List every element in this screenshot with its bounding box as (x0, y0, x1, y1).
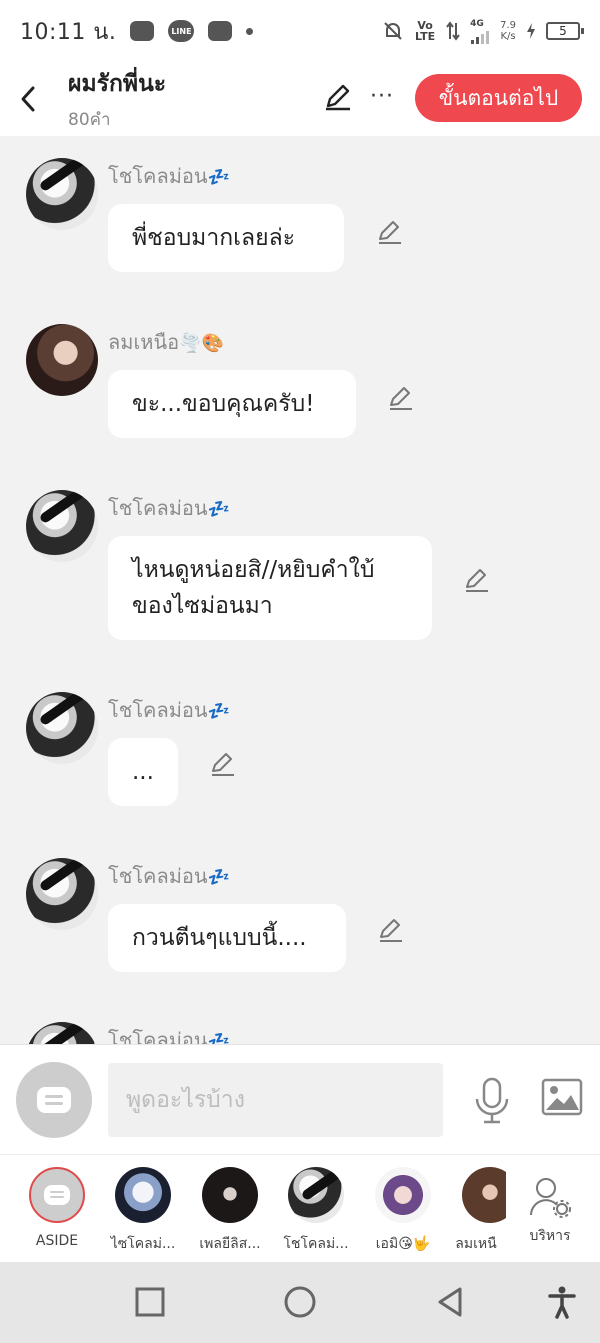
character-avatar (288, 1167, 344, 1223)
character-avatar (115, 1167, 171, 1223)
chat-area[interactable]: โชโคลม่อน💤 พี่ชอบมากเลยล่ะ ลมเหนือ🌪️🎨 ขะ… (0, 136, 600, 1044)
pencil-icon (380, 919, 402, 942)
message-bubble[interactable]: ... (108, 738, 178, 806)
next-step-button[interactable]: ขั้นตอนต่อไป (415, 74, 582, 122)
image-icon (541, 1078, 583, 1116)
sender-name: ลมเหนือ🌪️🎨 (108, 330, 224, 354)
image-button[interactable] (540, 1077, 584, 1117)
voice-button[interactable] (472, 1077, 512, 1125)
accessibility-icon (548, 1286, 576, 1319)
character-item[interactable]: ลมเหนื (446, 1167, 506, 1255)
volte-indicator: Vo LTE (414, 19, 436, 43)
chevron-left-icon (21, 86, 35, 112)
avatar[interactable] (26, 158, 98, 230)
discord-icon (130, 21, 155, 41)
message-icon (44, 1185, 70, 1205)
status-time: 10:11 น. (20, 19, 117, 45)
sender-name: โชโคลม่อน💤 (108, 698, 230, 722)
character-item[interactable]: โชโคลม่... (273, 1167, 359, 1255)
battery-indicator: 5 (546, 22, 584, 40)
story-header: ผมรักพี่นะ 80คำ ··· ขั้นตอนต่อไป (0, 62, 600, 136)
message-bubble[interactable]: กวนตีนๆแบบนี้.... (108, 904, 346, 972)
avatar[interactable] (26, 692, 98, 764)
avatar[interactable] (26, 1022, 98, 1044)
composer-bar (0, 1044, 600, 1154)
pencil-icon (390, 387, 412, 410)
system-indicators: Vo LTE 4G 7.9 K/s 5 (382, 19, 584, 44)
word-count: 80คำ (68, 109, 111, 130)
character-item[interactable]: ไซโคลม่... (100, 1167, 186, 1255)
avatar[interactable] (26, 858, 98, 930)
character-label: ลมเหนื (455, 1236, 497, 1252)
aside-avatar (29, 1167, 85, 1223)
character-label: เพลยีลิส... (199, 1236, 261, 1252)
back-button[interactable] (2, 69, 54, 129)
signal-indicator: 4G (470, 19, 490, 44)
edit-message-button[interactable] (208, 748, 238, 778)
header-titles: ผมรักพี่นะ 80คำ (68, 66, 166, 133)
character-item[interactable]: เอมิ😘🤟 (360, 1167, 446, 1255)
edit-message-button[interactable] (386, 382, 416, 412)
sender-name: โชโคลม่อน💤 (108, 164, 230, 188)
triangle-back-icon (438, 1287, 462, 1317)
edit-title-button[interactable] (322, 80, 354, 112)
more-options-button[interactable]: ··· (368, 80, 396, 112)
character-label: เอมิ😘🤟 (375, 1236, 431, 1252)
line-icon: LINE (168, 20, 195, 42)
network-speed: 7.9 K/s (500, 20, 516, 42)
pencil-icon (379, 221, 401, 244)
character-avatar (462, 1167, 506, 1223)
status-bar: 10:11 น. LINE Vo LTE 4G 7.9 K/s 5 (0, 0, 600, 62)
story-title: ผมรักพี่นะ (68, 70, 167, 97)
sender-name: โชโคลม่อน💤 (108, 1028, 230, 1044)
manage-characters-button[interactable]: บริหาร (520, 1175, 580, 1247)
recent-apps-button[interactable] (132, 1284, 168, 1320)
charging-icon (527, 23, 535, 39)
user-gear-icon (530, 1178, 571, 1218)
message-bubble[interactable]: พี่ชอบมากเลยล่ะ (108, 204, 344, 272)
pencil-icon (212, 753, 234, 776)
signal-bars-icon (471, 30, 490, 44)
pencil-icon (326, 84, 350, 111)
home-button[interactable] (282, 1284, 318, 1320)
microphone-icon (475, 1077, 509, 1124)
edit-message-button[interactable] (462, 564, 492, 594)
character-bar: ASIDE ไซโคลม่... เพลยีลิส... โชโคลม่... … (0, 1154, 600, 1262)
data-arrows-icon (446, 21, 460, 41)
circle-icon (284, 1286, 316, 1318)
character-label: ไซโคลม่... (110, 1236, 176, 1252)
mute-bell-icon (384, 22, 402, 40)
sender-name: โชโคลม่อน💤 (108, 864, 230, 888)
edit-message-button[interactable] (376, 914, 406, 944)
message-input[interactable] (108, 1063, 443, 1137)
avatar[interactable] (26, 324, 98, 396)
character-aside[interactable]: ASIDE (14, 1167, 100, 1249)
message-bubble[interactable]: ขะ...ขอบคุณครับ! (108, 370, 356, 438)
aside-toggle-button[interactable] (16, 1062, 92, 1138)
system-navigation-bar (0, 1262, 600, 1343)
accessibility-button[interactable] (544, 1284, 580, 1320)
back-nav-button[interactable] (432, 1284, 468, 1320)
avatar[interactable] (26, 490, 98, 562)
sender-name: โชโคลม่อน💤 (108, 496, 230, 520)
message-icon (37, 1087, 71, 1113)
character-avatar (375, 1167, 431, 1223)
discord-icon-2 (208, 21, 233, 41)
square-icon (135, 1287, 165, 1317)
network-type: 4G (470, 18, 484, 29)
message-bubble[interactable]: ไหนดูหน่อยสิ//หยิบคำใบ้ของไซม่อนมา (108, 536, 432, 640)
character-label: โชโคลม่... (283, 1236, 349, 1252)
character-avatar (202, 1167, 258, 1223)
notification-icons: LINE (130, 20, 254, 42)
pencil-icon (466, 569, 488, 592)
more-notifications-dot (246, 27, 254, 35)
character-label: ASIDE (35, 1233, 79, 1249)
manage-label: บริหาร (529, 1228, 571, 1244)
edit-message-button[interactable] (375, 216, 405, 246)
character-item[interactable]: เพลยีลิส... (187, 1167, 273, 1255)
